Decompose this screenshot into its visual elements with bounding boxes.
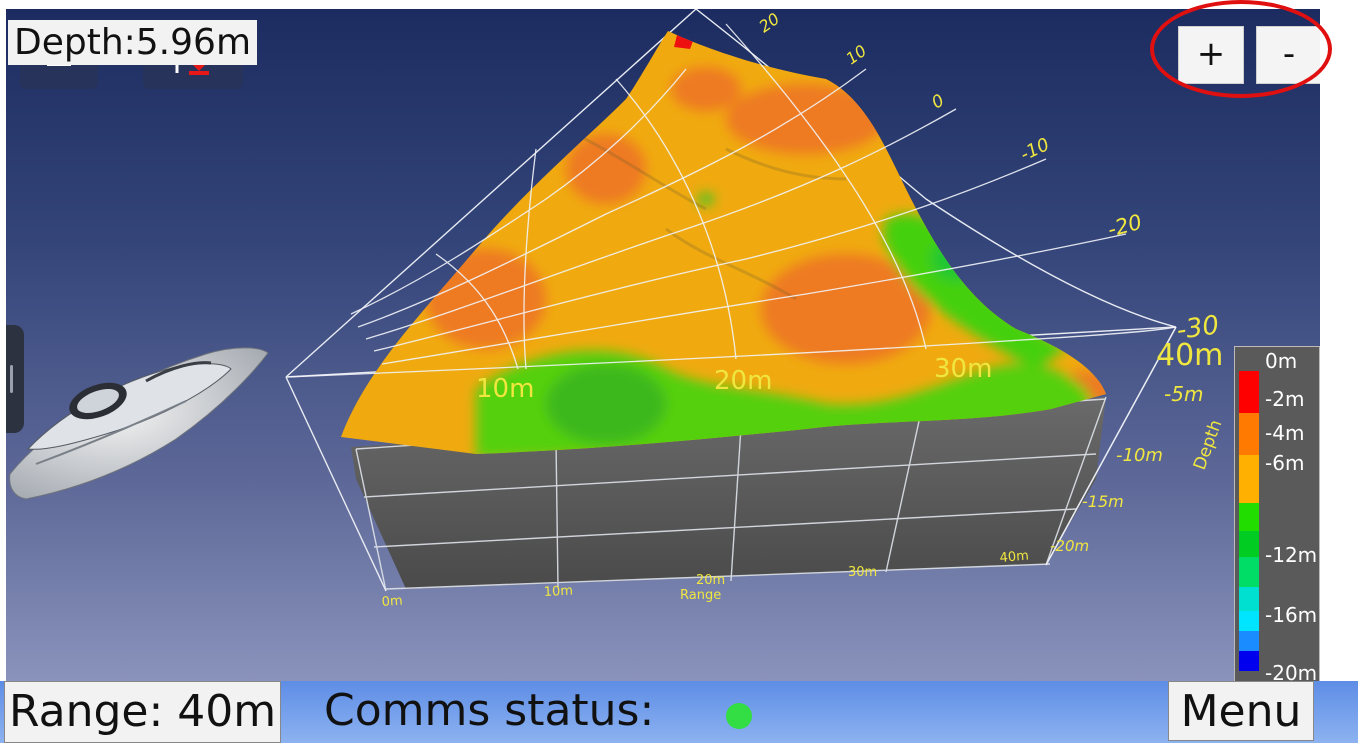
lateral-tick-20: 20 <box>755 9 783 36</box>
legend-label-20m: -20m <box>1265 661 1318 681</box>
bottom-status-bar: Range: 40m Comms status: Menu <box>0 681 1358 743</box>
depth-color-legend: 0m -2m -4m -6m -12m -16m -20m <box>1234 346 1320 681</box>
surface-label-30m: 30m <box>934 354 992 384</box>
menu-button[interactable]: Menu <box>1168 681 1314 741</box>
surface-label-10m: 10m <box>476 374 534 404</box>
depth-tick-15m: -15m <box>1082 492 1124 511</box>
depth-tick-5m: -5m <box>1164 382 1203 406</box>
lateral-tick-m20: -20 <box>1105 210 1144 242</box>
side-panel-handle[interactable] <box>6 325 24 433</box>
sonar-3d-viewport[interactable]: 20 10 0 -10 -20 -30 10m 20m 30m 40m -5m … <box>6 9 1320 681</box>
legend-label-2m: -2m <box>1265 387 1305 411</box>
comms-status-indicator <box>726 703 752 729</box>
right-margin <box>1320 0 1358 681</box>
legend-color-bar <box>1239 371 1259 671</box>
depth-surface <box>341 31 1106 454</box>
depth-readout: Depth:5.96m <box>8 20 258 65</box>
legend-label-4m: -4m <box>1265 421 1305 445</box>
lateral-tick-0: 0 <box>929 91 948 114</box>
lateral-tick-m10: -10 <box>1017 134 1053 165</box>
legend-label-6m: -6m <box>1265 451 1305 475</box>
depth-tick-10m: -10m <box>1116 445 1163 466</box>
range-axis-label: Range <box>680 588 721 603</box>
surface-label-40m: 40m <box>1156 338 1223 373</box>
range-tick-30m: 30m <box>848 565 877 580</box>
range-tick-40m: 40m <box>999 548 1029 565</box>
lateral-tick-10: 10 <box>842 41 870 68</box>
legend-label-0m: 0m <box>1265 349 1298 373</box>
boat-model <box>9 347 269 500</box>
zoom-highlight-annotation <box>1150 0 1332 98</box>
comms-status-label: Comms status: <box>324 685 655 736</box>
depth-tick-20m: -20m <box>1050 537 1089 555</box>
surface-label-20m: 20m <box>714 366 772 396</box>
grip-icon <box>10 365 13 393</box>
range-tick-10m: 10m <box>543 583 573 600</box>
range-tick-0m: 0m <box>381 594 403 610</box>
depth-axis-label: Depth <box>1190 417 1227 472</box>
legend-label-12m: -12m <box>1265 543 1318 567</box>
range-tick-20m: 20m <box>696 573 725 588</box>
legend-label-16m: -16m <box>1265 603 1318 627</box>
range-button[interactable]: Range: 40m <box>4 681 282 743</box>
sonar-scene[interactable]: 20 10 0 -10 -20 -30 10m 20m 30m 40m -5m … <box>6 9 1320 681</box>
